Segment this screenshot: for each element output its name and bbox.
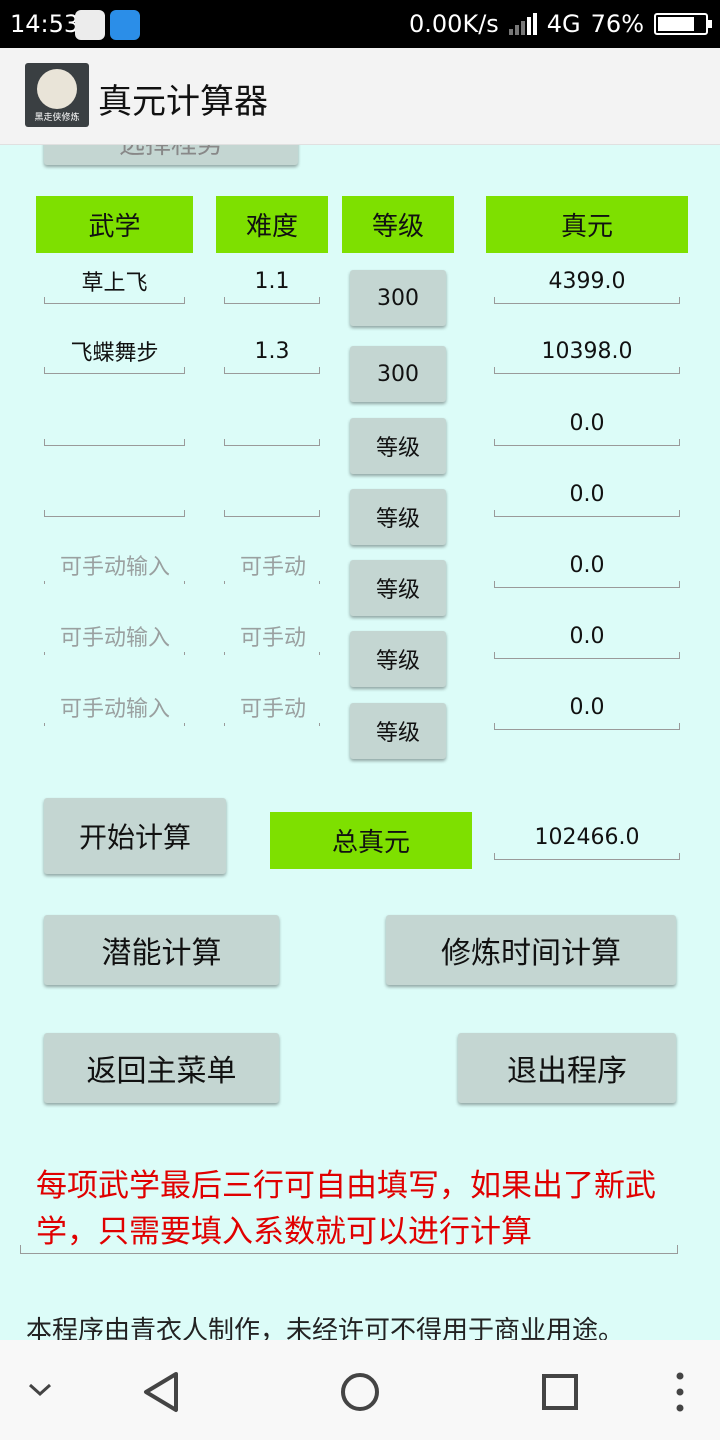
zhenyuan-value-field: 0.0 bbox=[494, 617, 680, 659]
level-button[interactable]: 300 bbox=[350, 346, 446, 402]
practice-time-button[interactable]: 修炼时间计算 bbox=[386, 915, 676, 985]
app-bar: 黑走侠修炼 真元计算器 bbox=[0, 48, 720, 145]
header-difficulty: 难度 bbox=[216, 196, 328, 253]
main-content[interactable]: 选择程势 武学 难度 等级 真元 草上飞 1.1 300 4399.0 飞蝶舞步 1.3 3… bbox=[0, 145, 720, 1340]
level-button[interactable]: 300 bbox=[350, 270, 446, 326]
difficulty-input[interactable]: 可手动 bbox=[224, 546, 320, 584]
battery-percent: 76% bbox=[590, 10, 644, 38]
instruction-note: 每项武学最后三行可自由填写，如果出了新武学，只需要填入系数就可以进行计算 bbox=[36, 1168, 656, 1250]
level-button[interactable]: 等级 bbox=[350, 418, 446, 474]
collapse-chevron-icon[interactable] bbox=[28, 1383, 52, 1397]
total-zhenyuan-field[interactable]: 102466.0 bbox=[494, 818, 680, 860]
level-button[interactable]: 等级 bbox=[350, 489, 446, 545]
level-button[interactable]: 等级 bbox=[350, 631, 446, 687]
app-logo: 黑走侠修炼 bbox=[25, 63, 89, 127]
copyright-footer: 本程序由青衣人制作，未经许可不得用于商业用途。 bbox=[26, 1316, 625, 1340]
difficulty-input[interactable] bbox=[224, 475, 320, 517]
note-underline bbox=[20, 1245, 678, 1254]
header-skill: 武学 bbox=[36, 196, 193, 253]
skill-name-input[interactable]: 草上飞 bbox=[44, 262, 185, 304]
home-icon[interactable] bbox=[341, 1373, 379, 1411]
net-speed: 0.00K/s bbox=[409, 10, 499, 38]
total-zhenyuan-label: 总真元 bbox=[270, 812, 472, 869]
signal-icon bbox=[508, 13, 537, 35]
start-calculation-button[interactable]: 开始计算 bbox=[44, 798, 226, 874]
difficulty-input[interactable]: 1.1 bbox=[224, 262, 320, 304]
status-bar: 14:53 0.00K/s 4G 76% bbox=[0, 0, 720, 48]
exit-program-button[interactable]: 退出程序 bbox=[458, 1033, 676, 1103]
zhenyuan-value-field: 4399.0 bbox=[494, 262, 680, 304]
header-zhenyuan: 真元 bbox=[486, 196, 688, 253]
network-type: 4G bbox=[546, 10, 581, 38]
level-button[interactable]: 等级 bbox=[350, 560, 446, 616]
navigation-bar bbox=[0, 1340, 720, 1440]
header-level: 等级 bbox=[342, 196, 454, 253]
logo-caption: 黑走侠修炼 bbox=[34, 113, 80, 123]
difficulty-input[interactable]: 1.3 bbox=[224, 332, 320, 374]
qq-notification-icon bbox=[75, 10, 105, 40]
skill-name-input[interactable]: 飞蝶舞步 bbox=[44, 332, 185, 374]
skill-name-input[interactable]: 可手动输入 bbox=[44, 617, 185, 655]
app-title: 真元计算器 bbox=[98, 82, 268, 122]
zhenyuan-value-field: 0.0 bbox=[494, 404, 680, 446]
recents-icon[interactable] bbox=[542, 1374, 578, 1410]
potential-calculation-button[interactable]: 潜能计算 bbox=[44, 915, 279, 985]
zhenyuan-value-field: 0.0 bbox=[494, 475, 680, 517]
skill-name-input[interactable]: 可手动输入 bbox=[44, 688, 185, 726]
status-time: 14:53 bbox=[10, 10, 80, 38]
difficulty-input[interactable] bbox=[224, 404, 320, 446]
level-button[interactable]: 等级 bbox=[350, 703, 446, 759]
battery-icon bbox=[654, 13, 712, 35]
zhenyuan-value-field: 10398.0 bbox=[494, 332, 680, 374]
logo-face-icon bbox=[37, 69, 77, 109]
status-right-group: 0.00K/s 4G 76% bbox=[409, 10, 712, 38]
chat-notification-icon bbox=[110, 10, 140, 40]
skill-name-input[interactable]: 可手动输入 bbox=[44, 546, 185, 584]
zhenyuan-value-field: 0.0 bbox=[494, 688, 680, 730]
difficulty-input[interactable]: 可手动 bbox=[224, 688, 320, 726]
more-options-icon[interactable] bbox=[676, 1372, 684, 1412]
back-to-main-menu-button[interactable]: 返回主菜单 bbox=[44, 1033, 279, 1103]
zhenyuan-value-field: 0.0 bbox=[494, 546, 680, 588]
select-option-button[interactable]: 选择程势 bbox=[44, 145, 298, 165]
skill-name-input[interactable] bbox=[44, 404, 185, 446]
difficulty-input[interactable]: 可手动 bbox=[224, 617, 320, 655]
back-icon[interactable] bbox=[144, 1372, 178, 1412]
skill-name-input[interactable] bbox=[44, 475, 185, 517]
